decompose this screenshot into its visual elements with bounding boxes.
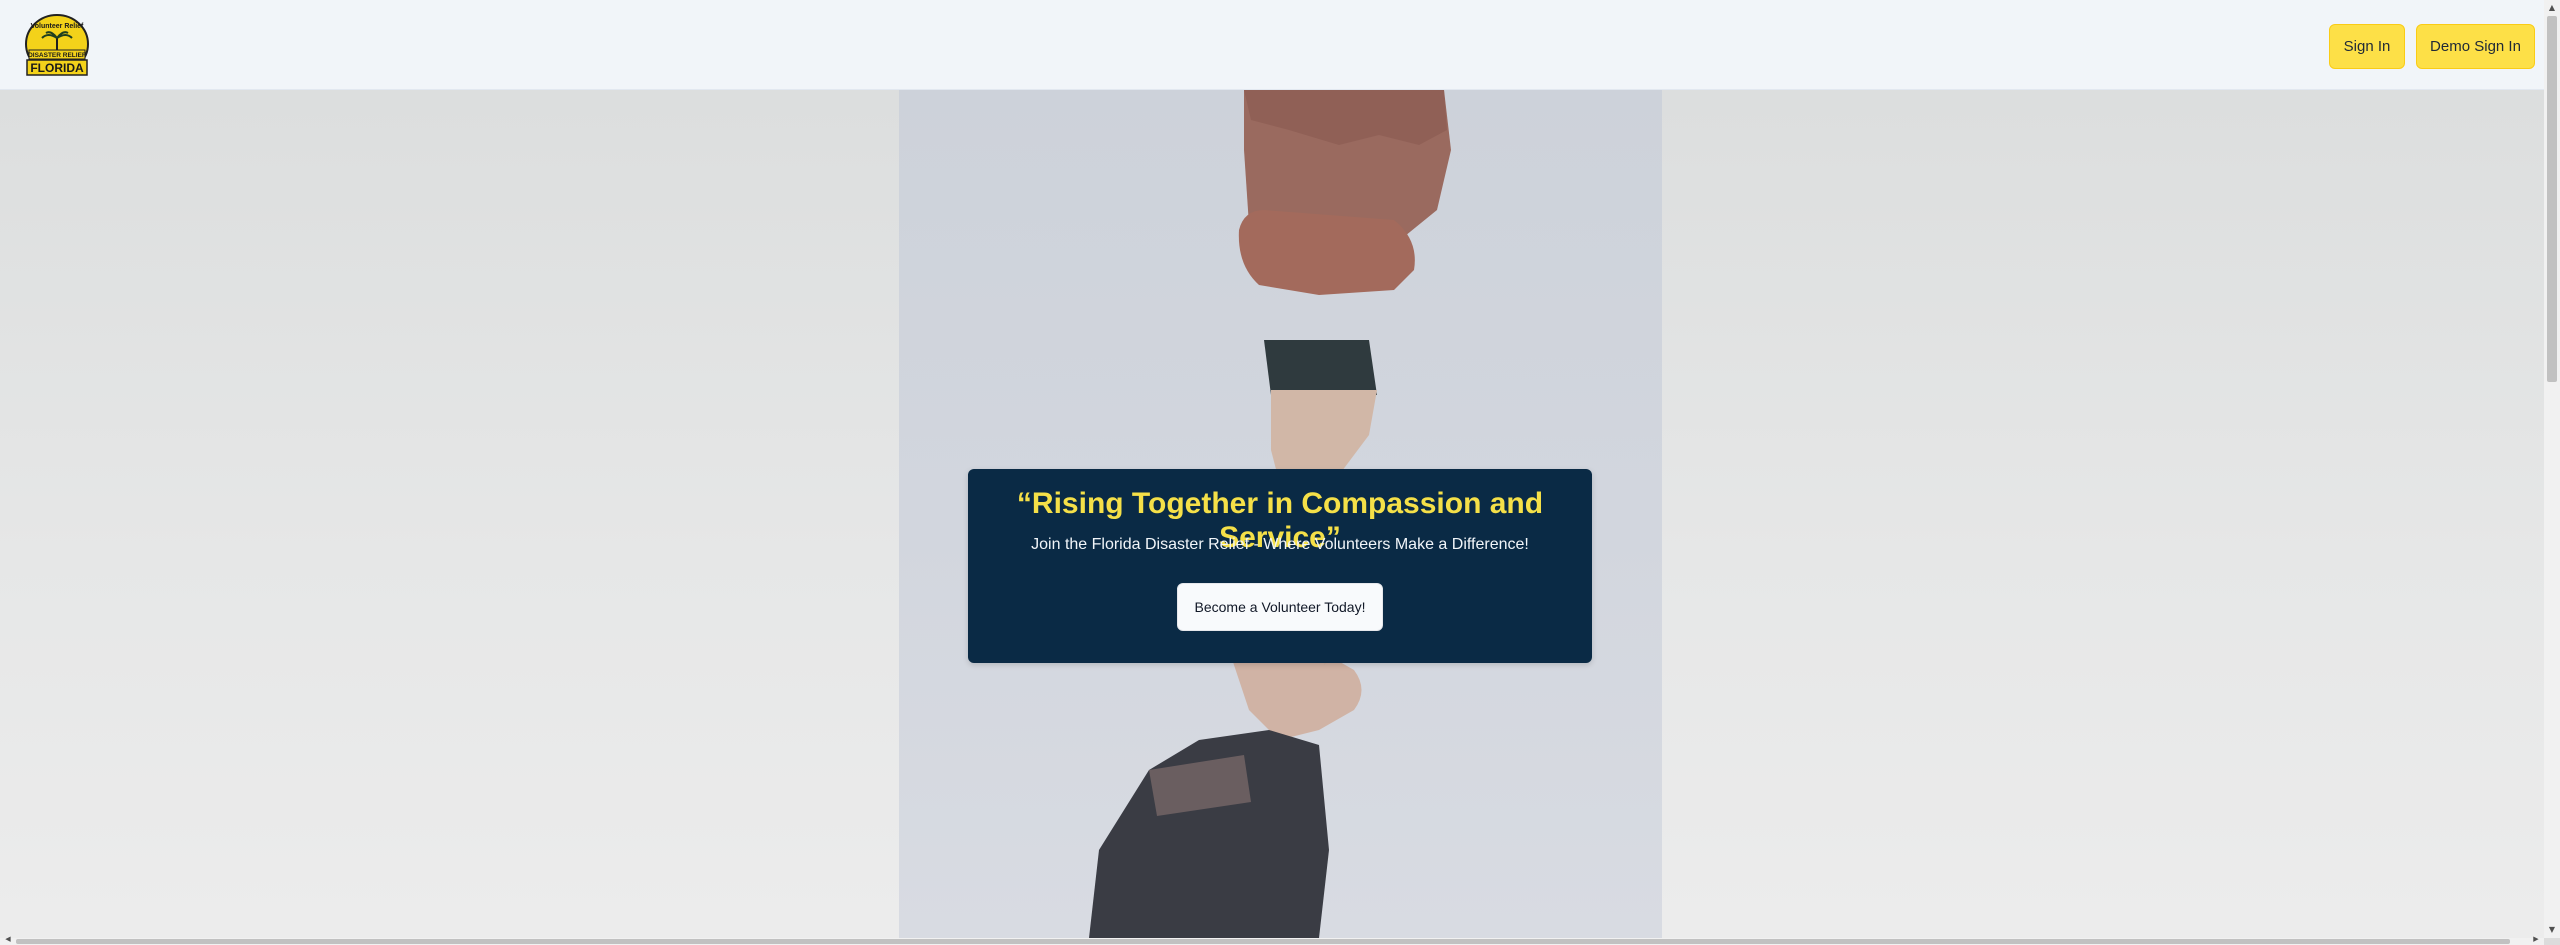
svg-text:FLORIDA: FLORIDA: [30, 61, 84, 75]
vertical-scroll-thumb[interactable]: [2547, 16, 2557, 382]
hero-subheadline: Join the Florida Disaster Relief - Where…: [1031, 536, 1529, 553]
scrollbar-corner: [2544, 938, 2560, 945]
vertical-scrollbar[interactable]: ▲ ▼: [2544, 0, 2560, 938]
horizontal-scroll-thumb[interactable]: [16, 939, 2510, 944]
palm-tree-sun-logo-icon: Volunteer Relief DISASTER RELIEF FLORIDA: [25, 14, 89, 76]
svg-text:Volunteer Relief: Volunteer Relief: [31, 23, 84, 30]
become-volunteer-button[interactable]: Become a Volunteer Today!: [1177, 583, 1383, 631]
scroll-up-arrow-icon[interactable]: ▲: [2544, 0, 2560, 16]
florida-disaster-relief-logo[interactable]: Volunteer Relief DISASTER RELIEF FLORIDA: [24, 14, 90, 78]
svg-text:DISASTER RELIEF: DISASTER RELIEF: [28, 52, 86, 59]
site-header: Volunteer Relief DISASTER RELIEF FLORIDA…: [0, 0, 2544, 90]
horizontal-scrollbar[interactable]: ◀ ▶: [0, 935, 2544, 945]
hero-section: “Rising Together in Compassion and Servi…: [0, 90, 2544, 938]
sign-in-button[interactable]: Sign In: [2329, 24, 2405, 69]
scroll-right-arrow-icon[interactable]: ▶: [2530, 935, 2542, 945]
hero-banner: “Rising Together in Compassion and Servi…: [968, 469, 1592, 663]
demo-sign-in-button[interactable]: Demo Sign In: [2416, 24, 2535, 69]
scroll-left-arrow-icon[interactable]: ◀: [2, 935, 14, 945]
scroll-down-arrow-icon[interactable]: ▼: [2544, 922, 2560, 938]
